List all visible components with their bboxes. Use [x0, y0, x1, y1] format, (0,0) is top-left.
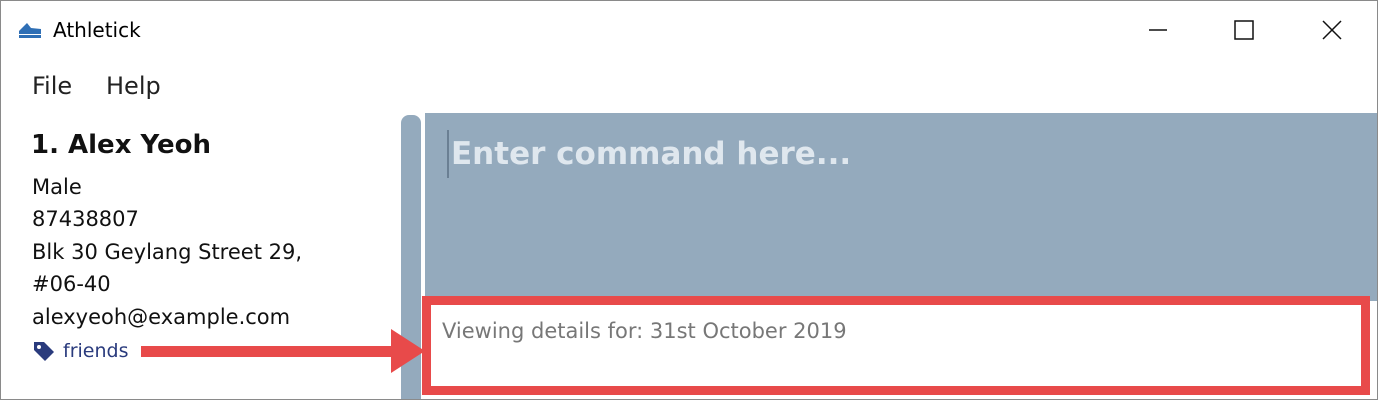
menu-file[interactable]: File: [32, 72, 72, 100]
title-bar[interactable]: Athletick: [1, 1, 1377, 59]
minimize-icon: [1149, 29, 1167, 31]
close-icon: [1322, 20, 1342, 40]
result-display-text: Viewing details for: 31st October 2019: [442, 319, 847, 343]
annotation-arrow-shaft: [141, 346, 403, 357]
text-caret: [447, 130, 449, 178]
person-phone: 87438807: [32, 207, 139, 231]
person-name: 1. Alex Yeoh: [31, 130, 211, 160]
tag-icon: [34, 342, 54, 361]
athletick-shoe-icon: [19, 23, 41, 38]
menu-bar: File Help: [1, 67, 1377, 107]
result-display-highlight: [422, 296, 1370, 395]
close-button[interactable]: [1309, 11, 1355, 49]
app-window: Athletick File Help 1. Alex Yeoh Male 87…: [0, 0, 1378, 400]
menu-help[interactable]: Help: [106, 72, 161, 100]
person-gender: Male: [32, 175, 82, 199]
person-address-line1: Blk 30 Geylang Street 29,: [32, 240, 302, 264]
minimize-button[interactable]: [1135, 11, 1181, 49]
maximize-button[interactable]: [1221, 11, 1267, 49]
annotation-arrow-head: [391, 329, 425, 373]
person-card[interactable]: 1. Alex Yeoh Male 87438807 Blk 30 Geylan…: [1, 116, 399, 399]
person-address-line2: #06-40: [32, 272, 111, 296]
command-input[interactable]: [451, 132, 1351, 176]
maximize-icon: [1234, 20, 1254, 40]
app-title: Athletick: [53, 18, 141, 42]
tag-label: friends: [63, 340, 129, 362]
person-email: alexyeoh@example.com: [32, 305, 291, 329]
